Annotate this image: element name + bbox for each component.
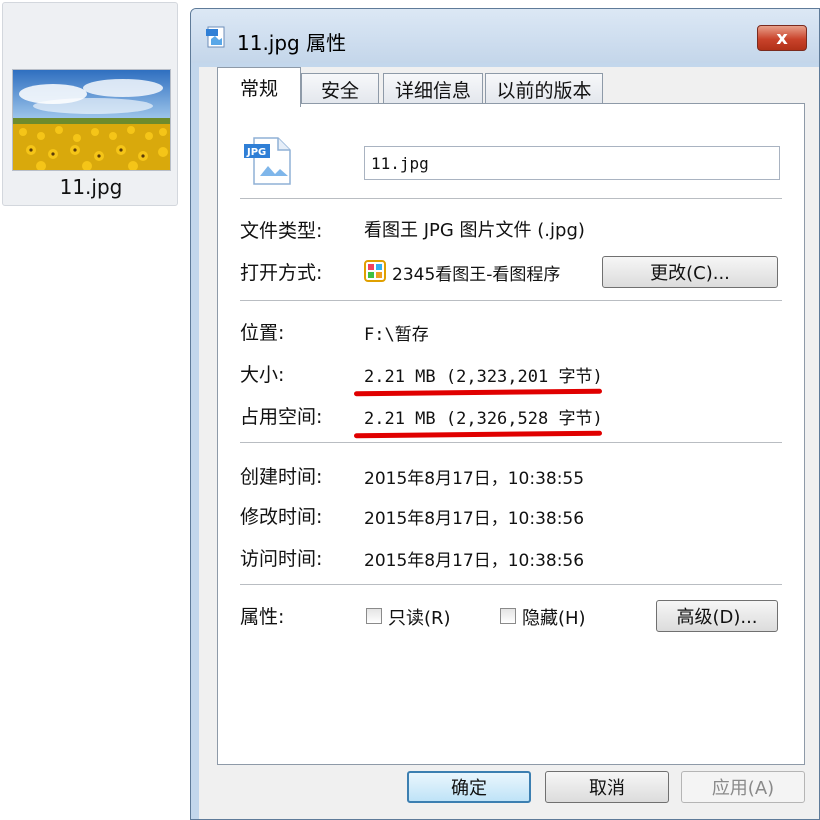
tab-general[interactable]: 常规 (217, 67, 301, 107)
properties-window: 11.jpg 属性 x 常规 安全 详细信息 以前的版本 JPG 11.jpg … (190, 8, 820, 820)
2345-viewer-icon (364, 260, 386, 282)
apply-button[interactable]: 应用(A) (681, 771, 805, 803)
close-icon: x (776, 27, 788, 49)
file-name-field[interactable]: 11.jpg (364, 146, 780, 180)
close-button[interactable]: x (757, 25, 807, 51)
red-underline-annotation (353, 388, 603, 397)
file-name-label: 11.jpg (59, 175, 123, 199)
apply-button-label: 应用(A) (711, 778, 775, 799)
divider (240, 442, 782, 443)
divider (240, 300, 782, 301)
window-title: 11.jpg 属性 (237, 31, 347, 55)
red-underline-annotation (353, 430, 603, 439)
hidden-checkbox[interactable] (500, 608, 516, 624)
tab-previous-versions[interactable]: 以前的版本 (485, 73, 603, 105)
ok-button-label: 确定 (451, 778, 487, 799)
advanced-button-label: 高级(D)... (676, 607, 758, 628)
change-button-label: 更改(C)... (650, 263, 730, 284)
accessed-value: 2015年8月17日，10:38:56 (364, 551, 585, 571)
file-type-value: 看图王 JPG 图片文件 (.jpg) (364, 220, 585, 241)
title-bar[interactable]: 11.jpg 属性 x (191, 9, 819, 63)
size-value: 2.21 MB (2,323,201 字节) (364, 367, 603, 387)
ok-button[interactable]: 确定 (407, 771, 531, 803)
readonly-checkbox[interactable] (366, 608, 382, 624)
accessed-label: 访问时间: (240, 548, 323, 570)
jpg-file-icon: JPG (240, 132, 296, 188)
divider (240, 198, 782, 199)
advanced-button[interactable]: 高级(D)... (656, 600, 778, 632)
tab-details[interactable]: 详细信息 (383, 73, 483, 105)
dialog-body: 常规 安全 详细信息 以前的版本 JPG 11.jpg 文件类型: 看图王 JP… (199, 67, 819, 819)
tab-details-label: 详细信息 (394, 80, 471, 102)
tab-security[interactable]: 安全 (301, 73, 379, 105)
tab-security-label: 安全 (320, 80, 359, 102)
file-name-value: 11.jpg (371, 153, 429, 173)
created-value: 2015年8月17日，10:38:55 (364, 469, 585, 489)
created-label: 创建时间: (240, 466, 323, 488)
open-with-label: 打开方式: (240, 262, 323, 284)
general-tab-panel: JPG 11.jpg 文件类型: 看图王 JPG 图片文件 (.jpg) 打开方… (217, 103, 805, 765)
size-label: 大小: (240, 364, 285, 386)
tab-general-label: 常规 (239, 78, 278, 100)
location-label: 位置: (240, 322, 285, 344)
modified-value: 2015年8月17日，10:38:56 (364, 509, 585, 529)
readonly-label[interactable]: 只读(R) (388, 604, 451, 630)
image-file-icon (205, 25, 229, 49)
file-thumbnail-card[interactable]: 11.jpg (2, 2, 178, 206)
attributes-label: 属性: (240, 606, 285, 628)
svg-text:JPG: JPG (246, 147, 266, 158)
divider (240, 584, 782, 585)
tab-previous-versions-label: 以前的版本 (496, 80, 592, 102)
hidden-label[interactable]: 隐藏(H) (522, 604, 586, 630)
size-on-disk-label: 占用空间: (240, 406, 323, 428)
change-button[interactable]: 更改(C)... (602, 256, 778, 288)
size-on-disk-value: 2.21 MB (2,326,528 字节) (364, 409, 603, 429)
cancel-button-label: 取消 (589, 778, 625, 799)
sunflower-field-icon (12, 69, 171, 171)
location-value: F:\暂存 (364, 325, 429, 345)
file-type-label: 文件类型: (240, 220, 323, 242)
open-with-value: 2345看图王-看图程序 (392, 265, 561, 285)
modified-label: 修改时间: (240, 506, 323, 528)
cancel-button[interactable]: 取消 (545, 771, 669, 803)
